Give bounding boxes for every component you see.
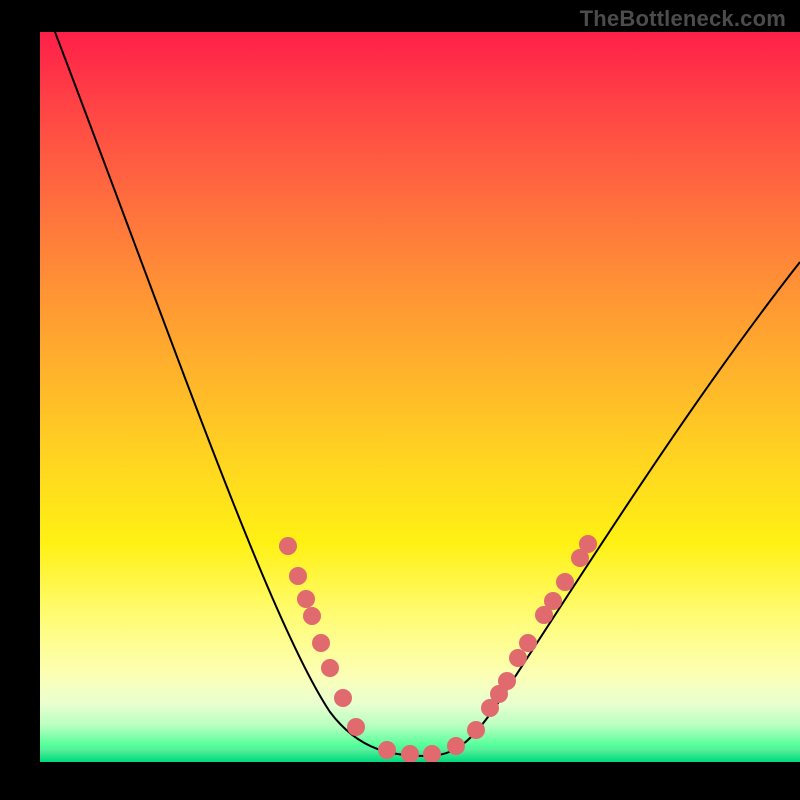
curve-dot [467,721,485,739]
plot-area [40,32,800,762]
curve-dot [312,634,330,652]
curve-dot [289,567,307,585]
curve-dot [321,659,339,677]
curve-dot [556,573,574,591]
watermark-text: TheBottleneck.com [580,6,786,32]
bottleneck-curve [55,32,800,756]
curve-dot [297,590,315,608]
curve-dot [519,634,537,652]
chart-frame: TheBottleneck.com [0,0,800,800]
left-dots-group [279,537,441,762]
right-dots-group [447,535,597,755]
curve-dot [347,718,365,736]
curve-dot [378,741,396,759]
curve-dot [334,689,352,707]
chart-svg [40,32,800,762]
curve-dot [279,537,297,555]
curve-dot [579,535,597,553]
curve-dot [447,737,465,755]
curve-dot [498,672,516,690]
curve-dot [509,649,527,667]
curve-dot [423,745,441,762]
curve-dot [303,607,321,625]
curve-dot [544,592,562,610]
curve-dot [401,745,419,762]
